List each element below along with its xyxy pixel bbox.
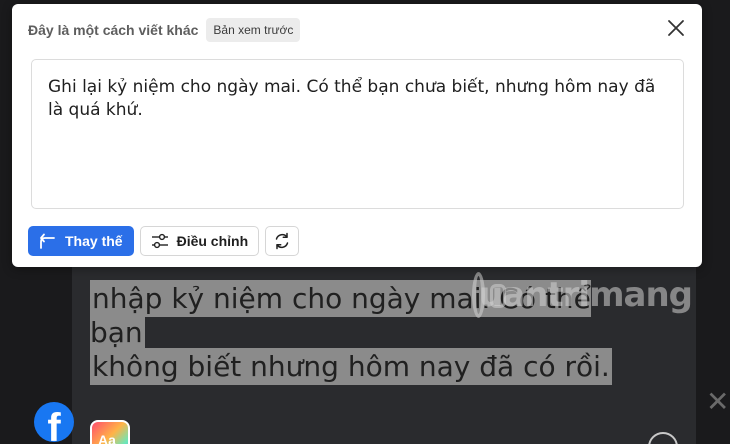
selected-text-line-2: không biết nhưng hôm nay đã có rồi.	[90, 348, 612, 385]
replace-button-label: Thay thế	[65, 233, 123, 249]
text-style-app-icon[interactable]: Aa	[90, 420, 130, 444]
rewrite-dialog: Đây là một cách viết khác Bản xem trước …	[12, 4, 702, 267]
background-close-icon[interactable]: ✕	[706, 388, 730, 416]
close-icon	[668, 20, 684, 36]
dialog-actions: Thay thế Điều chỉnh	[28, 226, 300, 256]
suggestion-text-box[interactable]: Ghi lại kỷ niệm cho ngày mai. Có thể bạn…	[31, 59, 684, 209]
facebook-icon[interactable]: f	[34, 402, 74, 442]
watermark-text: uantrimang	[479, 275, 693, 315]
dialog-header: Đây là một cách viết khác Bản xem trước	[28, 18, 301, 42]
dialog-title: Đây là một cách viết khác	[28, 22, 199, 38]
adjust-button[interactable]: Điều chỉnh	[139, 226, 260, 256]
watermark-logo-icon	[472, 272, 507, 318]
suggestion-text: Ghi lại kỷ niệm cho ngày mai. Có thể bạn…	[48, 77, 656, 120]
close-button[interactable]	[666, 18, 686, 38]
replace-arrow-icon	[40, 233, 55, 249]
adjust-button-label: Điều chỉnh	[176, 233, 249, 249]
app-icon-label: Aa	[98, 432, 116, 444]
regenerate-button[interactable]	[265, 226, 300, 256]
refresh-icon	[275, 232, 289, 250]
watermark: uantrimang	[472, 266, 693, 324]
preview-badge: Bản xem trước	[206, 18, 301, 42]
sliders-icon	[151, 233, 168, 249]
replace-button[interactable]: Thay thế	[28, 226, 134, 256]
